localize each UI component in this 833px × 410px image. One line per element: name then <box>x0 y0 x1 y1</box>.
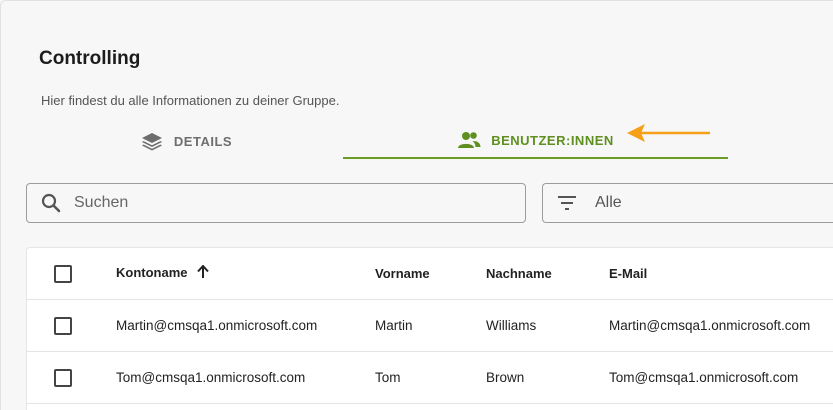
row-checkbox[interactable] <box>54 368 72 387</box>
cell-kontoname: Tom@cmsqa1.onmicrosoft.com <box>116 370 306 385</box>
table-row[interactable]: Tom@cmsqa1.onmicrosoft.com Tom Brown Tom… <box>27 352 833 404</box>
column-header-email[interactable]: E-Mail <box>609 266 647 281</box>
column-header-vorname[interactable]: Vorname <box>375 266 430 281</box>
page-title: Controlling <box>39 48 141 69</box>
search-field[interactable] <box>26 183 526 223</box>
row-checkbox[interactable] <box>54 316 72 335</box>
group-panel: Controlling Hier findest du alle Informa… <box>0 0 833 410</box>
filter-list-icon <box>555 191 579 215</box>
column-header-nachname[interactable]: Nachname <box>486 266 552 281</box>
cell-nachname: Brown <box>486 370 525 385</box>
filter-select[interactable]: Alle <box>542 183 833 223</box>
tab-label: DETAILS <box>173 133 233 149</box>
cell-email: Tom@cmsqa1.onmicrosoft.com <box>609 370 799 385</box>
cell-vorname: Tom <box>375 370 401 385</box>
cell-kontoname: Martin@cmsqa1.onmicrosoft.com <box>116 318 318 333</box>
tab-label: BENUTZER:INNEN <box>491 132 614 148</box>
orange-arrow-icon <box>627 124 710 142</box>
table-header-row: Kontoname Vorname Nachname E-Mail <box>27 248 833 300</box>
users-table: Kontoname Vorname Nachname E-Mail Martin… <box>26 247 833 410</box>
cell-vorname: Martin <box>375 318 413 333</box>
column-header-kontoname[interactable]: Kontoname <box>116 264 209 282</box>
sort-ascending-icon[interactable] <box>197 264 209 282</box>
layers-icon <box>140 131 164 151</box>
page-subtitle: Hier findest du alle Informationen zu de… <box>41 93 340 108</box>
table-row[interactable]: Martin@cmsqa1.onmicrosoft.com Martin Wil… <box>27 300 833 352</box>
cell-nachname: Williams <box>486 318 537 333</box>
select-all-checkbox[interactable] <box>54 264 72 283</box>
search-icon <box>39 191 63 215</box>
users-icon <box>457 130 481 150</box>
tab-details[interactable]: DETAILS <box>101 123 271 159</box>
column-header-label: Kontoname <box>116 264 188 280</box>
search-input[interactable] <box>74 194 494 212</box>
filter-value: Alle <box>595 194 622 211</box>
cell-email: Martin@cmsqa1.onmicrosoft.com <box>609 318 811 333</box>
